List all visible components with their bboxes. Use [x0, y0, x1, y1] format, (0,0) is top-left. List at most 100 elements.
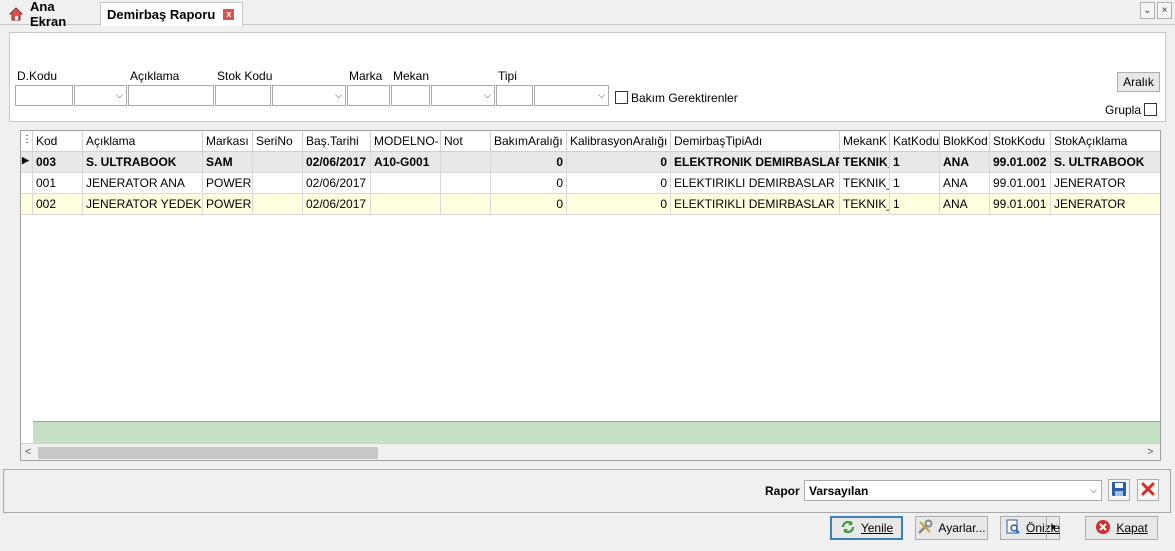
tab-ana-ekran[interactable]: Ana Ekran: [2, 0, 100, 29]
onizle-button[interactable]: Önizle ▼: [1000, 516, 1060, 540]
tipi-select[interactable]: ⌵: [534, 85, 609, 106]
column-header[interactable]: Baş.Tarihi: [303, 131, 371, 152]
cell-serino[interactable]: [253, 173, 303, 194]
onizle-dropdown-icon[interactable]: ▼: [1046, 517, 1059, 539]
cell-tip[interactable]: ELEKTIRIKLI DEMIRBASLAR: [671, 173, 840, 194]
column-header[interactable]: Markası: [203, 131, 253, 152]
scroll-left-icon[interactable]: <: [25, 446, 31, 458]
cell-blok[interactable]: ANA: [940, 194, 990, 215]
cell-kat[interactable]: 1: [890, 194, 940, 215]
cell-kod[interactable]: 003: [33, 152, 83, 173]
cell-kat[interactable]: 1: [890, 173, 940, 194]
report-grid[interactable]: ⋮ Kod Açıklama Markası SeriNo Baş.Tarihi…: [20, 130, 1161, 461]
cell-tarih[interactable]: 02/06/2017: [303, 152, 371, 173]
column-header[interactable]: DemirbaşTipiAdı: [671, 131, 840, 152]
column-header[interactable]: BlokKod: [940, 131, 990, 152]
cell-not[interactable]: [441, 194, 491, 215]
cell-kalibrasyon[interactable]: 0: [567, 194, 671, 215]
kapat-button[interactable]: Kapat: [1085, 516, 1158, 540]
dkodu-input[interactable]: [15, 85, 73, 106]
scroll-right-icon[interactable]: >: [1147, 446, 1153, 458]
cell-mekan[interactable]: TEKNIK_: [840, 173, 890, 194]
cell-modelno[interactable]: A10-G001: [371, 152, 441, 173]
tab-demirbas-raporu[interactable]: Demirbaş Raporu x: [100, 2, 243, 26]
cell-serino[interactable]: [253, 194, 303, 215]
save-report-button[interactable]: [1108, 479, 1130, 501]
cell-marka[interactable]: POWER: [203, 194, 253, 215]
cell-stokkodu[interactable]: 99.01.002: [990, 152, 1051, 173]
cell-kod[interactable]: 002: [33, 194, 83, 215]
cell-aciklama[interactable]: JENERATOR YEDEK: [83, 194, 203, 215]
grupla-checkbox[interactable]: [1144, 103, 1157, 116]
cell-marka[interactable]: POWER: [203, 173, 253, 194]
column-header[interactable]: Açıklama: [83, 131, 203, 152]
cell-stokkodu[interactable]: 99.01.001: [990, 194, 1051, 215]
column-header[interactable]: StokKodu: [990, 131, 1051, 152]
column-header[interactable]: MekanK: [840, 131, 890, 152]
column-header[interactable]: MODELNO-: [371, 131, 441, 152]
stokkodu-select[interactable]: ⌵: [272, 85, 346, 106]
refresh-icon: [840, 519, 856, 538]
cell-stokkodu[interactable]: 99.01.001: [990, 173, 1051, 194]
window-close-button[interactable]: ×: [1157, 2, 1172, 19]
column-header[interactable]: BakımAralığı: [491, 131, 567, 152]
cell-serino[interactable]: [253, 152, 303, 173]
cell-blok[interactable]: ANA: [940, 173, 990, 194]
cell-bakim[interactable]: 0: [491, 173, 567, 194]
cell-bakim[interactable]: 0: [491, 152, 567, 173]
column-header[interactable]: SeriNo: [253, 131, 303, 152]
column-chooser-icon[interactable]: ⋮: [21, 131, 33, 152]
cell-tip[interactable]: ELEKTIRIKLI DEMIRBASLAR: [671, 194, 840, 215]
tipi-input[interactable]: [496, 85, 533, 106]
column-header[interactable]: StokAçıklama: [1051, 131, 1160, 152]
cell-kat[interactable]: 1: [890, 152, 940, 173]
cell-tarih[interactable]: 02/06/2017: [303, 173, 371, 194]
column-header[interactable]: Kod: [33, 131, 83, 152]
cell-kalibrasyon[interactable]: 0: [567, 152, 671, 173]
ayarlar-button[interactable]: Ayarlar...: [915, 516, 988, 540]
dkodu-operator-select[interactable]: ⌵: [74, 85, 127, 106]
aciklama-input[interactable]: [128, 85, 214, 106]
cell-not[interactable]: [441, 173, 491, 194]
scrollbar-thumb[interactable]: [38, 447, 378, 459]
cell-aciklama[interactable]: JENERATOR ANA: [83, 173, 203, 194]
cell-blok[interactable]: ANA: [940, 152, 990, 173]
cell-mekan[interactable]: TEKNIK_: [840, 194, 890, 215]
marka-input[interactable]: [347, 85, 390, 106]
table-row[interactable]: ▶ 003 S. ULTRABOOK SAM 02/06/2017 A10-G0…: [21, 152, 1160, 173]
cell-stokaciklama[interactable]: S. ULTRABOOK: [1051, 152, 1160, 173]
horizontal-scrollbar[interactable]: < >: [21, 443, 1160, 460]
column-header[interactable]: KatKodu: [890, 131, 940, 152]
tab-list-dropdown-button[interactable]: ⌄: [1140, 2, 1155, 19]
cell-stokaciklama[interactable]: JENERATOR: [1051, 173, 1160, 194]
mekan-input[interactable]: [391, 85, 430, 106]
cell-kod[interactable]: 001: [33, 173, 83, 194]
tab-close-icon[interactable]: x: [223, 9, 235, 20]
cell-stokaciklama[interactable]: JENERATOR: [1051, 194, 1160, 215]
yenile-button[interactable]: Yenile: [830, 516, 903, 540]
cell-kalibrasyon[interactable]: 0: [567, 173, 671, 194]
bakim-gerektirenler-checkbox[interactable]: [615, 91, 628, 104]
cell-modelno[interactable]: [371, 194, 441, 215]
table-row[interactable]: 001 JENERATOR ANA POWER 02/06/2017 0 0 E…: [21, 173, 1160, 194]
cell-modelno[interactable]: [371, 173, 441, 194]
cell-aciklama[interactable]: S. ULTRABOOK: [83, 152, 203, 173]
cell-not[interactable]: [441, 152, 491, 173]
aralik-button[interactable]: Aralık: [1117, 72, 1160, 92]
kapat-label: Kapat: [1116, 521, 1148, 535]
home-icon: [8, 6, 24, 22]
rapor-label: Rapor: [765, 484, 800, 498]
cell-marka[interactable]: SAM: [203, 152, 253, 173]
rapor-select[interactable]: Varsayılan ⌵: [804, 480, 1102, 501]
stokkodu-input[interactable]: [215, 85, 271, 106]
column-header[interactable]: KalibrasyonAralığı: [567, 131, 671, 152]
floppy-disk-icon: [1111, 481, 1127, 500]
table-row[interactable]: 002 JENERATOR YEDEK POWER 02/06/2017 0 0…: [21, 194, 1160, 215]
column-header[interactable]: Not: [441, 131, 491, 152]
cell-tip[interactable]: ELEKTRONIK DEMIRBASLAR: [671, 152, 840, 173]
cell-bakim[interactable]: 0: [491, 194, 567, 215]
cell-mekan[interactable]: TEKNIK_: [840, 152, 890, 173]
mekan-select[interactable]: ⌵: [431, 85, 495, 106]
cell-tarih[interactable]: 02/06/2017: [303, 194, 371, 215]
delete-report-button[interactable]: [1137, 479, 1159, 501]
